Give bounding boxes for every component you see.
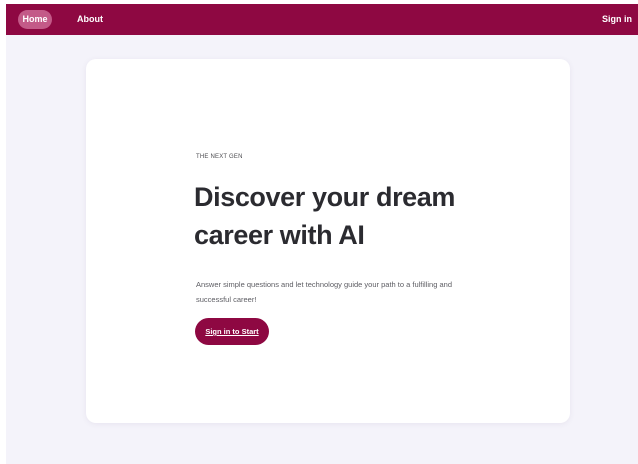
hero-subtext: Answer simple questions and let technolo… bbox=[196, 280, 452, 304]
hero-eyebrow: THE NEXT GEN bbox=[196, 154, 243, 160]
top-navbar: Home About Sign in bbox=[6, 4, 638, 35]
nav-signin-link[interactable]: Sign in bbox=[602, 10, 632, 29]
hero-card: THE NEXT GEN Discover your dream career … bbox=[86, 59, 570, 423]
nav-about-link[interactable]: About bbox=[77, 10, 103, 29]
nav-home-link[interactable]: Home bbox=[18, 10, 52, 29]
hero-headline: Discover your dream career with AI bbox=[194, 182, 456, 250]
sign-in-to-start-button[interactable]: Sign in to Start bbox=[195, 318, 269, 345]
page-background: Home About Sign in THE NEXT GEN Discover… bbox=[6, 4, 638, 464]
